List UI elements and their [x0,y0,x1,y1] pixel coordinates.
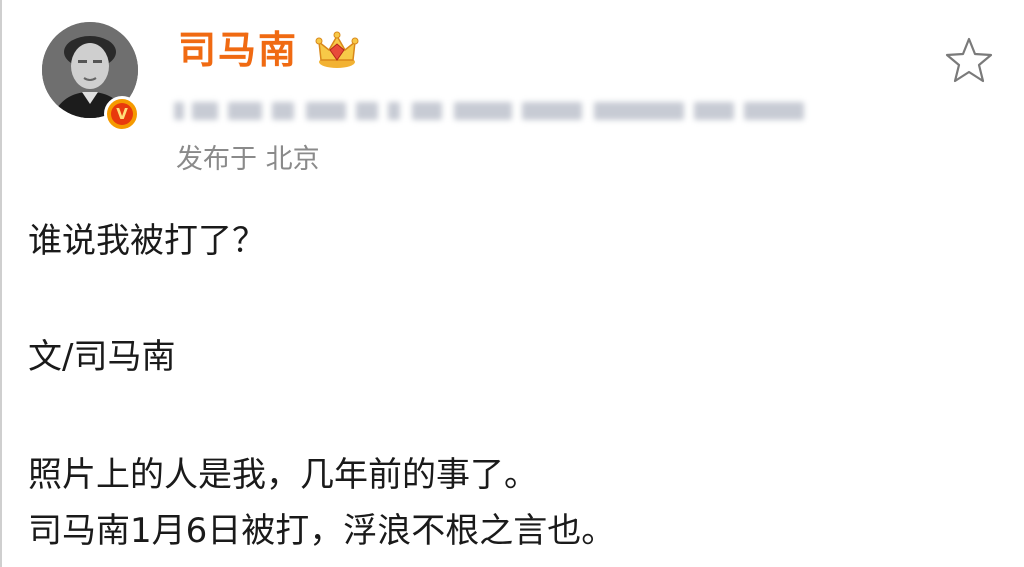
post-line-1: 谁说我被打了？ [28,221,266,261]
post-line-4: 司马南1月6日被打，浮浪不根之言也。 [28,511,616,551]
post-line-2: 文/司马南 [28,337,176,377]
username[interactable]: 司马南 [178,26,298,74]
weibo-post: V 司马南 发布于 北京 谁说我被打了？ 文/司马南 照片上的人是我，几年前的事… [0,0,1024,567]
post-location: 发布于 北京 [176,144,320,175]
blurred-info [174,98,814,124]
post-line-3: 照片上的人是我，几年前的事了。 [28,455,538,495]
crown-icon [315,31,359,68]
star-outline-icon[interactable] [944,36,994,84]
avatar-container[interactable]: V [42,22,140,132]
verified-badge: V [104,96,140,132]
verified-v-icon: V [111,103,133,125]
